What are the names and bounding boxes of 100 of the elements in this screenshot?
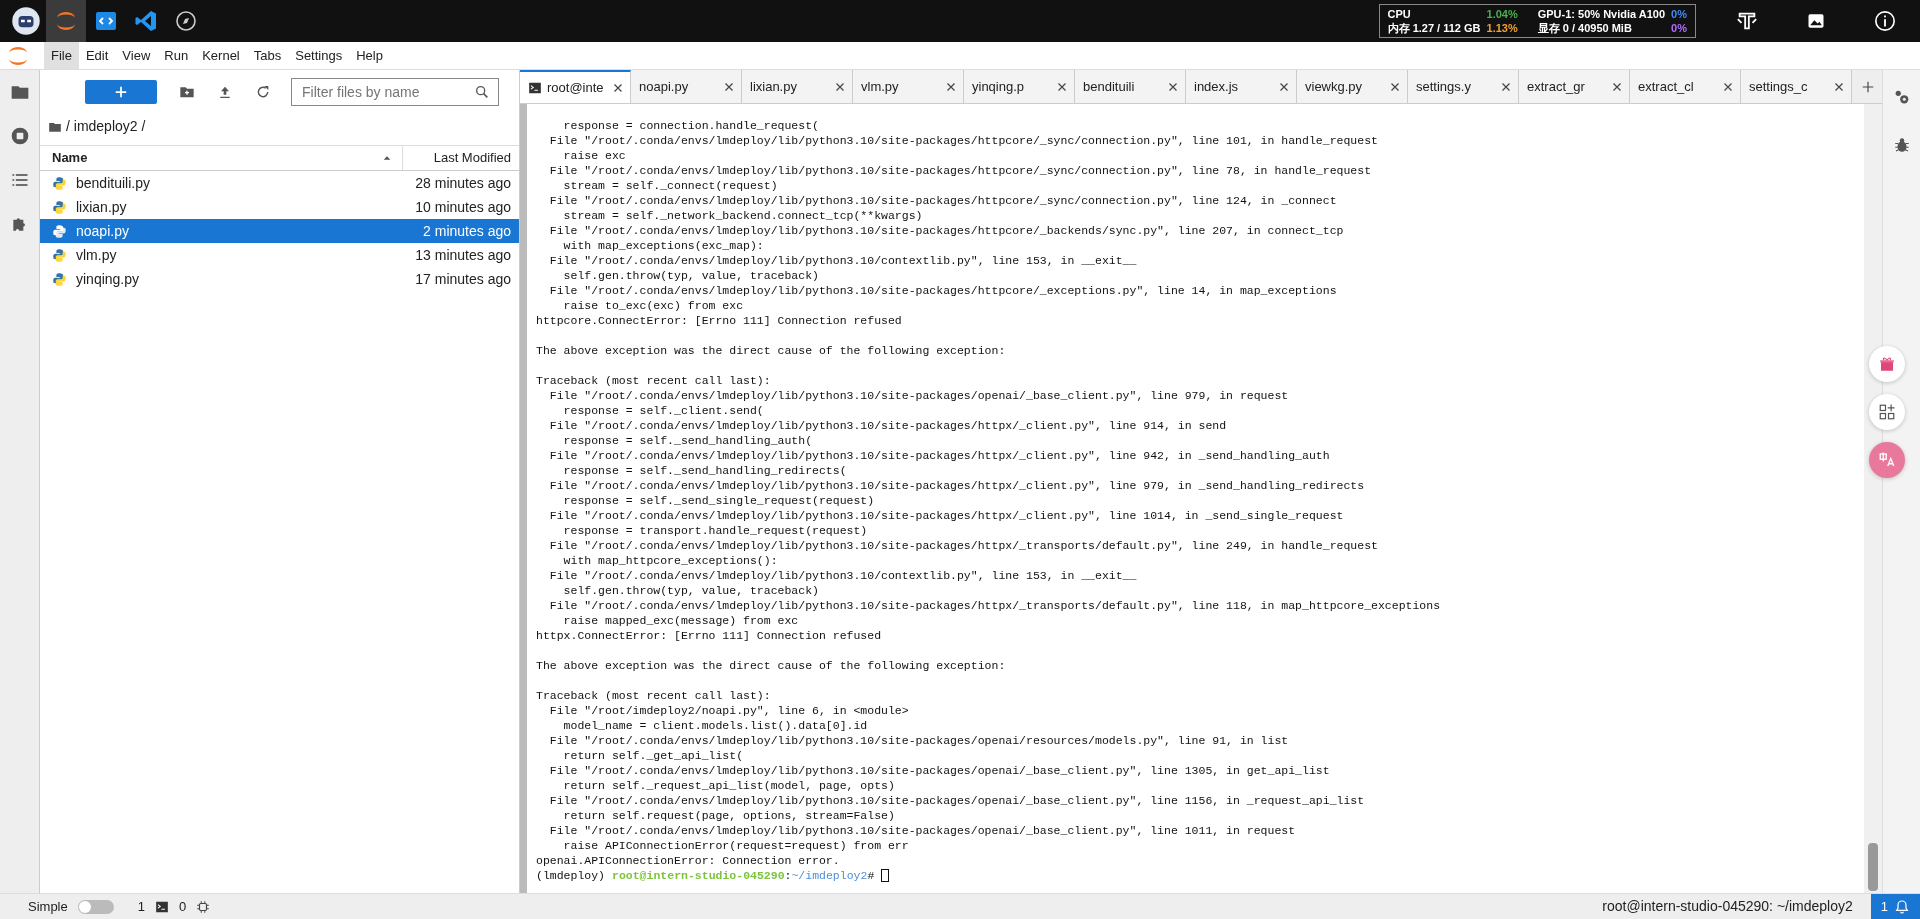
- editor-tab[interactable]: yinqing.p: [964, 70, 1075, 103]
- modified-time: 10 minutes ago: [415, 197, 511, 217]
- notifications-button[interactable]: 1: [1870, 893, 1920, 919]
- refresh-icon[interactable]: [255, 84, 271, 100]
- file-row[interactable]: yinqing.py 17 minutes ago: [40, 267, 519, 291]
- terminal-line: File "/root/.conda/envs/lmdeploy/lib/python3.10/contextlib.py", line 153, in __exit__: [548, 568, 1137, 583]
- scrollbar-thumb[interactable]: [1868, 843, 1878, 891]
- python-file-icon: [52, 247, 67, 263]
- vscode-icon[interactable]: [134, 9, 158, 33]
- editor-tab[interactable]: root@inte: [520, 70, 631, 103]
- editor-tab[interactable]: settings_c: [1741, 70, 1852, 103]
- terminal-line: raise APIConnectionError(request=request) from err: [562, 838, 909, 853]
- editor-tab[interactable]: index.js: [1186, 70, 1297, 103]
- gift-icon: [1878, 355, 1896, 373]
- prompt-symbol: #: [867, 868, 875, 883]
- code-icon[interactable]: [94, 9, 118, 33]
- upload-icon[interactable]: [217, 84, 233, 100]
- gift-button[interactable]: [1869, 346, 1905, 382]
- editor-tab[interactable]: settings.y: [1408, 70, 1519, 103]
- filter-field[interactable]: Filter files by name: [291, 78, 499, 106]
- new-launcher-button[interactable]: [85, 80, 157, 104]
- editor-tab[interactable]: viewkg.py: [1297, 70, 1408, 103]
- file-name: vlm.py: [76, 245, 117, 265]
- compass-icon[interactable]: [174, 9, 198, 33]
- close-icon[interactable]: [723, 80, 735, 93]
- close-icon[interactable]: [1278, 80, 1290, 93]
- terminal-count[interactable]: 0: [179, 896, 187, 917]
- terminal-line: with map_httpcore_exceptions():: [562, 553, 778, 568]
- close-icon[interactable]: [1833, 80, 1845, 93]
- terminal-icon[interactable]: [155, 899, 169, 914]
- file-row[interactable]: bendituili.py 28 minutes ago: [40, 171, 519, 195]
- modified-time: 17 minutes ago: [415, 269, 511, 289]
- file-name: lixian.py: [76, 197, 127, 217]
- python-file-icon: [52, 271, 67, 287]
- editor-tab[interactable]: lixian.py: [742, 70, 853, 103]
- menu-item[interactable]: Run: [157, 41, 196, 70]
- column-header[interactable]: Name: [52, 148, 88, 168]
- menu-item[interactable]: Edit: [78, 41, 116, 70]
- widgets-button[interactable]: [1869, 394, 1905, 430]
- menu-item[interactable]: View: [115, 41, 158, 70]
- breadcrumb-path[interactable]: / imdeploy2 /: [66, 116, 146, 137]
- menu-item[interactable]: Kernel: [195, 41, 247, 70]
- editor-tab[interactable]: extract_gr: [1519, 70, 1630, 103]
- stat-label: GPU-1: 50% Nvidia A100: [1537, 7, 1666, 21]
- editor-tab[interactable]: vlm.py: [853, 70, 964, 103]
- menu-item[interactable]: Help: [349, 41, 390, 70]
- kernel-count[interactable]: 1: [137, 896, 145, 917]
- stop-icon[interactable]: [9, 126, 30, 146]
- close-icon[interactable]: [1722, 80, 1734, 93]
- robot-avatar-icon[interactable]: [11, 6, 41, 36]
- file-row[interactable]: lixian.py 10 minutes ago: [40, 195, 519, 219]
- terminal-line: return self.request(page, options, stream=False): [562, 808, 895, 823]
- stat-value: 0%: [1671, 21, 1687, 35]
- terminal-line: File "/root/.conda/envs/lmdeploy/lib/python3.10/site-packages/httpx/_client.py", line 1014, in _send_single_request: [548, 508, 1344, 523]
- jupyter-logo-icon[interactable]: [54, 9, 78, 33]
- terminal-line: Traceback (most recent call last):: [536, 688, 771, 703]
- editor-tab[interactable]: extract_cl: [1630, 70, 1741, 103]
- add-tab-icon[interactable]: [1861, 79, 1875, 94]
- stat-value: 1.04%: [1486, 7, 1518, 21]
- terminal-line: File "/root/.conda/envs/lmdeploy/lib/python3.10/site-packages/httpcore/_sync/connection.py", line 78, in handle_request: [548, 163, 1372, 178]
- bug-icon[interactable]: [1892, 136, 1911, 154]
- file-row[interactable]: noapi.py 2 minutes ago: [40, 219, 519, 243]
- close-icon[interactable]: [1500, 80, 1512, 93]
- prompt-env: (lmdeploy): [536, 868, 605, 883]
- close-icon[interactable]: [945, 80, 957, 93]
- simple-mode-toggle[interactable]: [77, 899, 114, 914]
- prompt-path: ~/imdeploy2: [791, 868, 868, 883]
- file-row[interactable]: vlm.py 13 minutes ago: [40, 243, 519, 267]
- search-icon[interactable]: [474, 84, 490, 100]
- translate-button[interactable]: [1869, 442, 1905, 478]
- mode-label: Simple: [28, 897, 68, 916]
- close-icon[interactable]: [1611, 80, 1623, 93]
- terminal-line: httpcore.ConnectError: [Errno 111] Connection refused: [536, 313, 902, 328]
- stat-value: 0%: [1671, 7, 1687, 21]
- column-header[interactable]: Last Modified: [433, 148, 511, 168]
- terminal-line: response = self._send_handling_auth(: [562, 433, 813, 448]
- terminal-line: File "/root/.conda/envs/lmdeploy/lib/python3.10/site-packages/httpcore/_sync/connection.py", line 124, in _connect: [548, 193, 1337, 208]
- close-icon[interactable]: [1056, 80, 1068, 93]
- editor-tab[interactable]: bendituili: [1075, 70, 1186, 103]
- grid-plus-icon: [1878, 403, 1896, 421]
- terminal-line: model_name = client.models.list().data[0].id: [562, 718, 868, 733]
- terminal-line: response = self._send_handling_redirects(: [562, 463, 847, 478]
- close-icon[interactable]: [1389, 80, 1401, 93]
- image-icon[interactable]: [1806, 11, 1826, 31]
- info-icon[interactable]: [1874, 10, 1896, 32]
- stat-label: 显存 0 / 40950 MiB: [1537, 21, 1633, 35]
- new-folder-icon[interactable]: [179, 84, 195, 100]
- close-icon[interactable]: [834, 80, 846, 93]
- prompt-user: root@intern-studio-045290: [612, 868, 785, 883]
- chip-icon[interactable]: [196, 899, 211, 914]
- menu-item[interactable]: Settings: [288, 41, 350, 70]
- menu-item[interactable]: Tabs: [246, 41, 289, 70]
- terminal-location: root@intern-studio-045290: ~/imdeploy2: [1602, 897, 1853, 916]
- terminal-line: raise exc: [562, 148, 626, 163]
- close-icon[interactable]: [1167, 80, 1179, 93]
- terminal-line: File "/root/.conda/envs/lmdeploy/lib/python3.10/site-packages/openai/_base_client.py", line 1011, in request: [548, 823, 1296, 838]
- menu-item[interactable]: File: [44, 41, 79, 70]
- close-icon[interactable]: [612, 81, 624, 94]
- modified-time: 13 minutes ago: [415, 245, 511, 265]
- editor-tab[interactable]: noapi.py: [631, 70, 742, 103]
